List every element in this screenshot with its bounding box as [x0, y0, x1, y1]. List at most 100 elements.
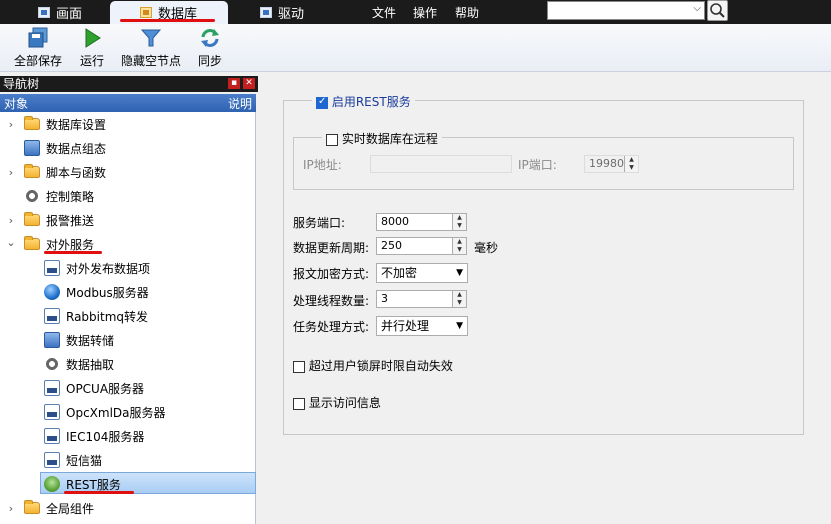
tree-item-opcxmlda-server[interactable]: OpcXmlDa服务器 — [44, 401, 166, 423]
tree-item-label: 数据转储 — [66, 333, 115, 348]
show-access-checkbox[interactable] — [293, 397, 305, 410]
tree-item-label: 对外发布数据项 — [66, 261, 151, 276]
tree-item-label: Modbus服务器 — [66, 285, 149, 300]
lock-expire-checkbox[interactable] — [293, 360, 305, 373]
tree-item-sms-modem[interactable]: 短信猫 — [44, 449, 102, 471]
encryption-value: 不加密 — [381, 266, 418, 280]
ip-port-value: 19980 — [589, 157, 624, 170]
points-icon — [24, 140, 40, 156]
task-mode-select[interactable]: 并行处理 ▼ — [376, 316, 468, 336]
task-mode-label: 任务处理方式: — [293, 320, 370, 334]
dropdown-arrow-icon: ▼ — [456, 321, 463, 331]
lock-expire-label: 超过用户锁屏时限自动失效 — [308, 359, 453, 373]
show-access-option[interactable]: 显示访问信息 — [293, 394, 381, 411]
run-button[interactable]: 运行 — [80, 27, 104, 69]
tree-item-control-strategy[interactable]: 控制策略 — [24, 185, 94, 207]
tree-item-modbus-server[interactable]: Modbus服务器 — [44, 281, 149, 303]
rest-service-underline — [64, 491, 134, 494]
update-period-label: 数据更新周期: — [293, 241, 370, 255]
tab-highlight-underline — [120, 19, 215, 22]
hide-empty-nodes-button[interactable]: 隐藏空节点 — [121, 27, 181, 69]
menu-file[interactable]: 文件 — [372, 4, 396, 21]
tree-item-scripts[interactable]: 脚本与函数 — [24, 161, 106, 183]
spinner-icon[interactable]: ▲ ▼ — [452, 291, 466, 307]
tree-item-rabbitmq[interactable]: Rabbitmq转发 — [44, 305, 148, 327]
tab-driver[interactable]: 驱动 — [260, 0, 304, 24]
chevron-down-icon: ⌵ — [693, 3, 701, 14]
tree-item-opcua-server[interactable]: OPCUA服务器 — [44, 377, 144, 399]
tree-item-data-storage[interactable]: 数据转储 — [44, 329, 114, 351]
storage-icon — [44, 332, 60, 348]
save-all-button[interactable]: 全部保存 — [14, 27, 62, 69]
lock-expire-option[interactable]: 超过用户锁屏时限自动失效 — [293, 357, 453, 374]
chevron-right-icon[interactable]: › — [6, 214, 16, 227]
pin-icon[interactable]: ▪ — [228, 78, 240, 89]
spinner-icon[interactable]: ▲ ▼ — [624, 156, 638, 172]
opcxml-icon — [44, 404, 60, 420]
close-icon[interactable]: ✕ — [243, 78, 255, 89]
tree-item-data-extract[interactable]: 数据抽取 — [44, 353, 114, 375]
nav-title-label: 导航树 — [3, 77, 40, 91]
search-combo[interactable]: ⌵ — [547, 1, 705, 20]
tree-item-label: 控制策略 — [46, 189, 95, 204]
tree-item-global-components[interactable]: 全局组件 — [24, 497, 94, 519]
tree-item-label: 短信猫 — [66, 453, 103, 468]
spinner-icon[interactable]: ▲ ▼ — [452, 238, 466, 254]
globe-icon — [44, 284, 60, 300]
tree-item-label: 对外服务 — [46, 237, 95, 252]
tree-item-data-points[interactable]: 数据点组态 — [24, 137, 106, 159]
encryption-select[interactable]: 不加密 ▼ — [376, 263, 468, 283]
service-port-value: 8000 — [381, 215, 409, 228]
chevron-down-icon[interactable]: ⌄ — [6, 236, 16, 249]
chevron-right-icon[interactable]: › — [6, 502, 16, 515]
gear-icon — [24, 188, 40, 204]
sync-button[interactable]: 同步 — [198, 27, 222, 69]
enable-rest-label: 启用REST服务 — [331, 95, 411, 109]
enable-rest-option[interactable]: 启用REST服务 — [312, 93, 415, 110]
dropdown-arrow-icon: ▼ — [456, 268, 463, 278]
tree-item-alarm-push[interactable]: 报警推送 — [24, 209, 94, 231]
hide-empty-nodes-label: 隐藏空节点 — [121, 54, 182, 68]
service-port-input[interactable]: 8000 ▲ ▼ — [376, 213, 467, 231]
spinner-icon[interactable]: ▲ ▼ — [452, 214, 466, 230]
screen-icon — [38, 6, 50, 18]
menu-help[interactable]: 帮助 — [455, 4, 479, 21]
threads-value: 3 — [381, 292, 388, 305]
ip-port-input[interactable]: 19980 ▲ ▼ — [584, 155, 639, 173]
iec104-icon — [44, 428, 60, 444]
tree-item-label: REST服务 — [66, 477, 121, 492]
enable-rest-checkbox[interactable] — [316, 96, 328, 109]
tree-item-label: OPCUA服务器 — [66, 381, 145, 396]
remote-db-checkbox[interactable] — [326, 133, 338, 146]
external-services-underline — [44, 251, 102, 254]
chevron-right-icon[interactable]: › — [6, 166, 16, 179]
folder-icon — [24, 212, 40, 226]
sync-icon — [201, 29, 219, 47]
remote-db-option[interactable]: 实时数据库在远程 — [322, 130, 442, 147]
update-period-input[interactable]: 250 ▲ ▼ — [376, 237, 467, 255]
sms-icon — [44, 452, 60, 468]
tree-item-label: IEC104服务器 — [66, 429, 145, 444]
tree-item-label: 数据点组态 — [46, 141, 107, 156]
update-period-unit: 毫秒 — [474, 241, 499, 255]
tab-screen[interactable]: 画面 — [38, 0, 82, 24]
search-button[interactable] — [707, 0, 728, 21]
tab-driver-label: 驱动 — [278, 6, 305, 22]
task-mode-value: 并行处理 — [381, 319, 430, 333]
menubar: 画面 数据库 驱动 文件 操作 帮助 ⌵ — [0, 0, 831, 24]
threads-input[interactable]: 3 ▲ ▼ — [376, 290, 467, 308]
folder-icon — [24, 500, 40, 514]
tree-item-publish-items[interactable]: 对外发布数据项 — [44, 257, 150, 279]
service-port-label: 服务端口: — [293, 216, 346, 230]
tree-item-label: Rabbitmq转发 — [66, 309, 149, 324]
menu-operate[interactable]: 操作 — [413, 4, 437, 21]
tree-item-database-settings[interactable]: 数据库设置 — [24, 113, 106, 135]
update-period-value: 250 — [381, 239, 402, 252]
tree-item-iec104-server[interactable]: IEC104服务器 — [44, 425, 144, 447]
ip-address-input[interactable] — [370, 155, 512, 173]
folder-open-icon — [24, 236, 40, 250]
chevron-right-icon[interactable]: › — [6, 118, 16, 131]
publish-icon — [44, 260, 60, 276]
nav-header-desc: 说明 — [227, 96, 252, 111]
tree-item-label: 报警推送 — [46, 213, 95, 228]
